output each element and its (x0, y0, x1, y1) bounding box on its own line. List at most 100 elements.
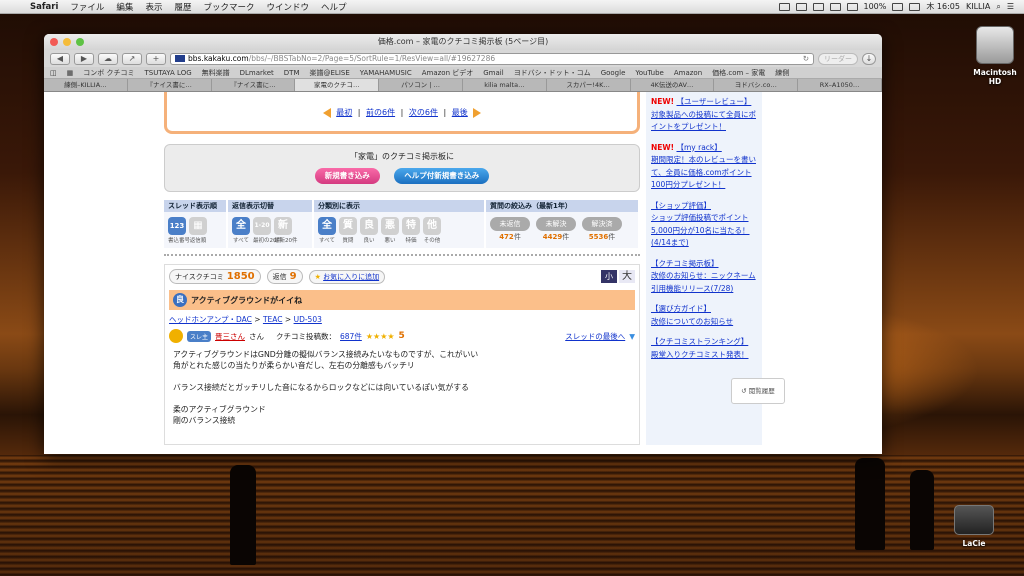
bookmark-4[interactable]: DLmarket (240, 69, 274, 77)
cat-bad-button[interactable]: 悪 (381, 217, 399, 235)
news-title[interactable]: 【my rack】 (676, 143, 721, 152)
menu-bookmarks[interactable]: ブックマーク (197, 1, 260, 13)
pager-next[interactable]: 次の6件 (409, 108, 438, 117)
desktop-lacie[interactable]: LaCie (948, 505, 1000, 548)
battery-percent[interactable]: 100% (864, 2, 887, 11)
bookmark-11[interactable]: Google (601, 69, 626, 77)
bookmark-5[interactable]: DTM (284, 69, 300, 77)
forward-icon[interactable]: ▶ (74, 52, 94, 65)
post-count-link[interactable]: 687件 (340, 331, 362, 342)
icloud-icon[interactable]: ☁ (98, 52, 118, 65)
display-icon[interactable] (778, 2, 790, 11)
cat-other-button[interactable]: 他 (423, 217, 441, 235)
news-text[interactable]: ショップ評価投稿でポイント5,000円分が10名に当たる！(4/14まで) (651, 213, 750, 247)
cat-all-button[interactable]: 全 (318, 217, 336, 235)
pager-prev[interactable]: 前の6件 (366, 108, 395, 117)
battery-icon[interactable] (892, 2, 904, 11)
bookmark-8[interactable]: Amazon ビデオ (422, 68, 474, 78)
font-large-button[interactable]: 大 (619, 270, 635, 283)
crumb-product[interactable]: UD-503 (294, 315, 322, 324)
bookmark-12[interactable]: YouTube (635, 69, 663, 77)
news-text[interactable]: 改修についてのお知らせ (651, 317, 733, 326)
thread-title[interactable]: アクティブグラウンドがイイね (191, 295, 302, 306)
avatar[interactable] (169, 329, 183, 343)
add-icon[interactable]: + (146, 52, 166, 65)
cat-sale-button[interactable]: 特 (402, 217, 420, 235)
bookmark-1[interactable]: コンボ クチコミ (83, 68, 134, 78)
unanswered-button[interactable]: 未返信 (490, 217, 530, 231)
font-small-button[interactable]: 小 (601, 270, 617, 283)
tab-6[interactable]: kilia malta… (463, 79, 547, 91)
unanswered-filter[interactable]: 未返信 472件 (490, 217, 530, 242)
sort-number-button[interactable]: 123 (168, 217, 186, 235)
to-thread-end-link[interactable]: スレッドの最後へ (565, 331, 625, 342)
help-post-button[interactable]: ヘルプ付新規書き込み (394, 168, 490, 184)
resolved-filter[interactable]: 解決済 5536件 (582, 217, 622, 242)
reload-icon[interactable]: ↻ (803, 54, 809, 64)
bookmark-7[interactable]: YAMAHAMUSIC (360, 69, 412, 77)
downloads-icon[interactable]: ↓ (862, 52, 876, 65)
tab-4-active[interactable]: 家電のクチコ… (295, 79, 380, 91)
pager-last[interactable]: 最後 (452, 108, 468, 117)
menu-app[interactable]: Safari (24, 2, 64, 12)
thread-title-bar[interactable]: 良 アクティブグラウンドがイイね (169, 290, 635, 310)
bookmark-3[interactable]: 無料楽譜 (202, 68, 230, 78)
back-icon[interactable]: ◀ (50, 52, 70, 65)
spotlight-icon[interactable]: ⌕ (996, 2, 1000, 12)
user-name[interactable]: KILLIA (966, 2, 990, 11)
bluetooth-icon[interactable] (812, 2, 824, 11)
news-title[interactable]: 【選び方ガイド】 (651, 304, 711, 313)
tab-10[interactable]: RX–A1050… (798, 79, 882, 91)
top-sites-icon[interactable]: ▦ (67, 69, 74, 77)
reply-latest20-button[interactable]: 新 (274, 217, 292, 235)
news-item-2[interactable]: NEW! 【my rack】 期間限定！本のレビューを書いて、全員に価格.com… (651, 142, 757, 192)
crumb-category[interactable]: ヘッドホンアンプ・DAC (169, 315, 252, 324)
reply-first20-button[interactable]: 1-20 (253, 217, 271, 235)
news-item-5[interactable]: 【選び方ガイド】 改修についてのお知らせ (651, 303, 757, 328)
bookmark-2[interactable]: TSUTAYA LOG (144, 69, 191, 77)
unresolved-button[interactable]: 未解決 (536, 217, 576, 231)
cat-question-button[interactable]: 質 (339, 217, 357, 235)
news-item-1[interactable]: NEW! 【ユーザーレビュー】 対象製品への投稿にて全員にポイントをプレゼント！ (651, 96, 757, 134)
tab-9[interactable]: ヨドバシ.co… (714, 79, 799, 91)
reply-all-button[interactable]: 全 (232, 217, 250, 235)
timemachine-icon[interactable] (795, 2, 807, 11)
bookmark-6[interactable]: 楽譜@ELISE (310, 68, 350, 78)
tab-3[interactable]: 『ナイス書に… (212, 79, 296, 91)
menu-help[interactable]: ヘルプ (315, 1, 353, 13)
resolved-button[interactable]: 解決済 (582, 217, 622, 231)
news-title[interactable]: 【ユーザーレビュー】 (676, 97, 751, 106)
bookmark-9[interactable]: Gmail (483, 69, 503, 77)
volume-icon[interactable] (846, 2, 858, 11)
tab-1[interactable]: 練側–KILLIA… (44, 79, 128, 91)
bookmark-14[interactable]: 価格.com – 家電 (712, 68, 765, 78)
zoom-icon[interactable] (76, 38, 84, 46)
reader-button[interactable]: リーダー (818, 52, 858, 65)
news-title[interactable]: 【ショップ評価】 (651, 201, 711, 210)
input-source-icon[interactable] (909, 2, 921, 11)
new-post-button[interactable]: 新規書き込み (314, 168, 380, 184)
news-item-3[interactable]: 【ショップ評価】 ショップ評価投稿でポイント5,000円分が10名に当たる！(4… (651, 200, 757, 250)
tab-5[interactable]: パソコン | … (379, 79, 463, 91)
clock[interactable]: 木 16:05 (926, 1, 960, 12)
author-name[interactable]: 晋三さん (215, 331, 245, 342)
cat-good-button[interactable]: 良 (360, 217, 378, 235)
news-text[interactable]: 対象製品への投稿にて全員にポイントをプレゼント！ (651, 110, 756, 132)
news-item-4[interactable]: 【クチコミ掲示板】 改修のお知らせ：ニックネーム引用機能リリース(7/28) (651, 258, 757, 296)
desktop-hd[interactable]: Macintosh HD (966, 26, 1024, 86)
menu-history[interactable]: 履歴 (168, 1, 197, 13)
crumb-maker[interactable]: TEAC (263, 315, 283, 324)
tab-8[interactable]: 4K伝送のAV… (631, 79, 715, 91)
menu-file[interactable]: ファイル (64, 1, 110, 13)
bookmark-13[interactable]: Amazon (674, 69, 702, 77)
tab-2[interactable]: 『ナイス書に… (128, 79, 212, 91)
news-text[interactable]: 殿堂入りクチコミスト発表！ (651, 350, 749, 359)
menu-view[interactable]: 表示 (139, 1, 168, 13)
favorite-button[interactable]: ★ お気に入りに追加 (308, 269, 386, 284)
sort-reply-button[interactable]: ▦ (189, 217, 207, 235)
menu-edit[interactable]: 編集 (110, 1, 139, 13)
reading-list-icon[interactable]: ◫ (50, 69, 57, 77)
pager-first[interactable]: 最初 (336, 108, 352, 117)
bookmark-15[interactable]: 練側 (775, 68, 789, 78)
news-title[interactable]: 【クチコミストランキング】 (651, 337, 748, 346)
